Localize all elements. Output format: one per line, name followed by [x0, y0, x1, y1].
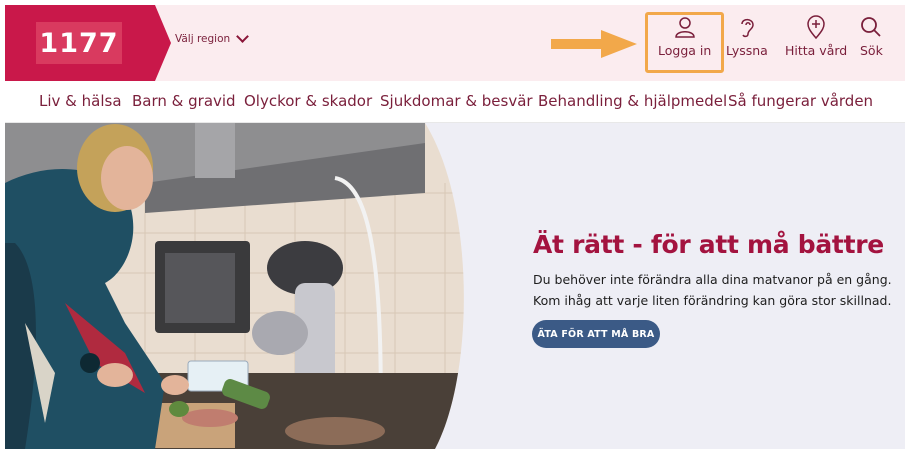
- nav-item-behandling-hjalpmedel[interactable]: Behandling & hjälpmedel: [538, 92, 727, 110]
- find-care-button[interactable]: Hitta vård: [785, 15, 847, 58]
- chevron-down-icon: [236, 30, 250, 43]
- find-care-label: Hitta vård: [785, 43, 848, 58]
- nav-item-barn-gravid[interactable]: Barn & gravid: [132, 92, 236, 110]
- ear-icon: [741, 18, 754, 38]
- hero-description: Du behöver inte förändra alla dina matva…: [533, 269, 893, 311]
- search-label: Sök: [860, 43, 883, 58]
- nav-item-sjukdomar-besvar[interactable]: Sjukdomar & besvär: [380, 92, 533, 110]
- listen-button[interactable]: Lyssna: [726, 15, 768, 58]
- login-label: Logga in: [658, 43, 712, 58]
- page-frame: 1177 Välj region Logga in Lyssna Hitta v…: [5, 5, 905, 449]
- hero-banner: Ät rätt - för att må bättre Du behöver i…: [5, 123, 905, 449]
- pointer-arrow-icon: [551, 30, 637, 58]
- logo-block[interactable]: 1177: [5, 5, 171, 81]
- hero-line-1: Du behöver inte förändra alla dina matva…: [533, 272, 892, 287]
- nav-item-sa-fungerar-varden[interactable]: Så fungerar vården: [728, 92, 873, 110]
- site-header: 1177 Välj region Logga in Lyssna Hitta v…: [5, 5, 905, 81]
- nav-item-liv-halsa[interactable]: Liv & hälsa: [39, 92, 122, 110]
- nav-item-olyckor-skador[interactable]: Olyckor & skador: [244, 92, 372, 110]
- search-icon: [861, 17, 882, 37]
- hero-title: Ät rätt - för att må bättre: [533, 230, 884, 259]
- login-button[interactable]: Logga in: [658, 15, 711, 58]
- logo[interactable]: 1177: [36, 22, 122, 64]
- search-button[interactable]: Sök: [860, 15, 883, 58]
- hero-line-2: Kom ihåg att varje liten förändring kan …: [533, 293, 892, 308]
- listen-label: Lyssna: [726, 43, 768, 58]
- eat-for-wellbeing-button[interactable]: ÄTA FÖR ATT MÅ BRA: [532, 320, 660, 348]
- hero-image: [5, 123, 464, 449]
- region-label: Välj region: [175, 33, 231, 45]
- location-plus-icon: [807, 15, 825, 39]
- user-icon: [674, 17, 695, 38]
- main-nav: Liv & hälsa Barn & gravid Olyckor & skad…: [5, 81, 905, 123]
- region-selector[interactable]: Välj region: [175, 30, 250, 45]
